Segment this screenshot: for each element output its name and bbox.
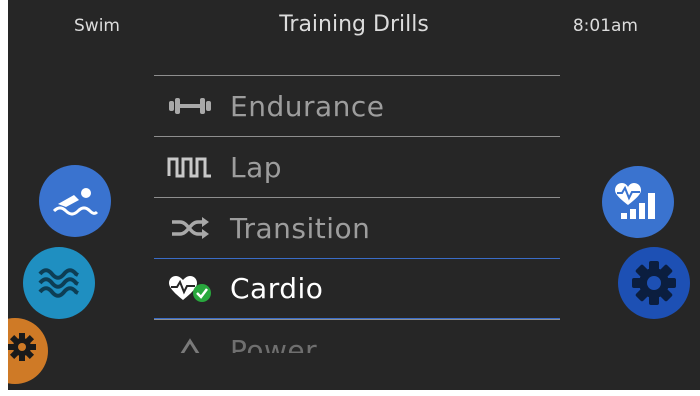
menu-item-power[interactable]: Power <box>154 319 560 353</box>
dumbbell-icon <box>164 91 216 121</box>
gear-icon <box>632 261 676 305</box>
heart-stats-button[interactable] <box>602 166 674 238</box>
waves-icon <box>38 268 79 298</box>
gear-icon <box>8 333 36 361</box>
swim-mode-button[interactable] <box>39 165 111 237</box>
menu-item-label: Power <box>230 333 318 354</box>
menu-item-label: Transition <box>230 211 371 245</box>
heart-check-icon <box>164 274 216 304</box>
water-button[interactable] <box>23 247 95 319</box>
menu-item-cardio[interactable]: Cardio <box>154 258 560 319</box>
shuffle-icon <box>164 213 216 243</box>
square-wave-icon <box>164 152 216 182</box>
heart-stats-icon <box>615 183 655 219</box>
clock: 8:01am <box>572 16 638 36</box>
device-screen: Swim Training Drills 8:01am Endurance La… <box>8 0 700 390</box>
menu-item-transition[interactable]: Transition <box>154 197 560 258</box>
triangle-icon <box>164 335 216 353</box>
settings-button[interactable] <box>618 247 690 319</box>
menu-item-lap[interactable]: Lap <box>154 136 560 197</box>
drill-menu: Endurance Lap Transition Cardio Power <box>154 75 560 353</box>
partial-settings-button[interactable] <box>8 318 48 384</box>
menu-item-endurance[interactable]: Endurance <box>154 75 560 136</box>
menu-item-label: Endurance <box>230 89 385 123</box>
swimmer-icon <box>52 188 98 216</box>
menu-item-label: Lap <box>230 150 283 184</box>
menu-item-label: Cardio <box>230 272 324 305</box>
